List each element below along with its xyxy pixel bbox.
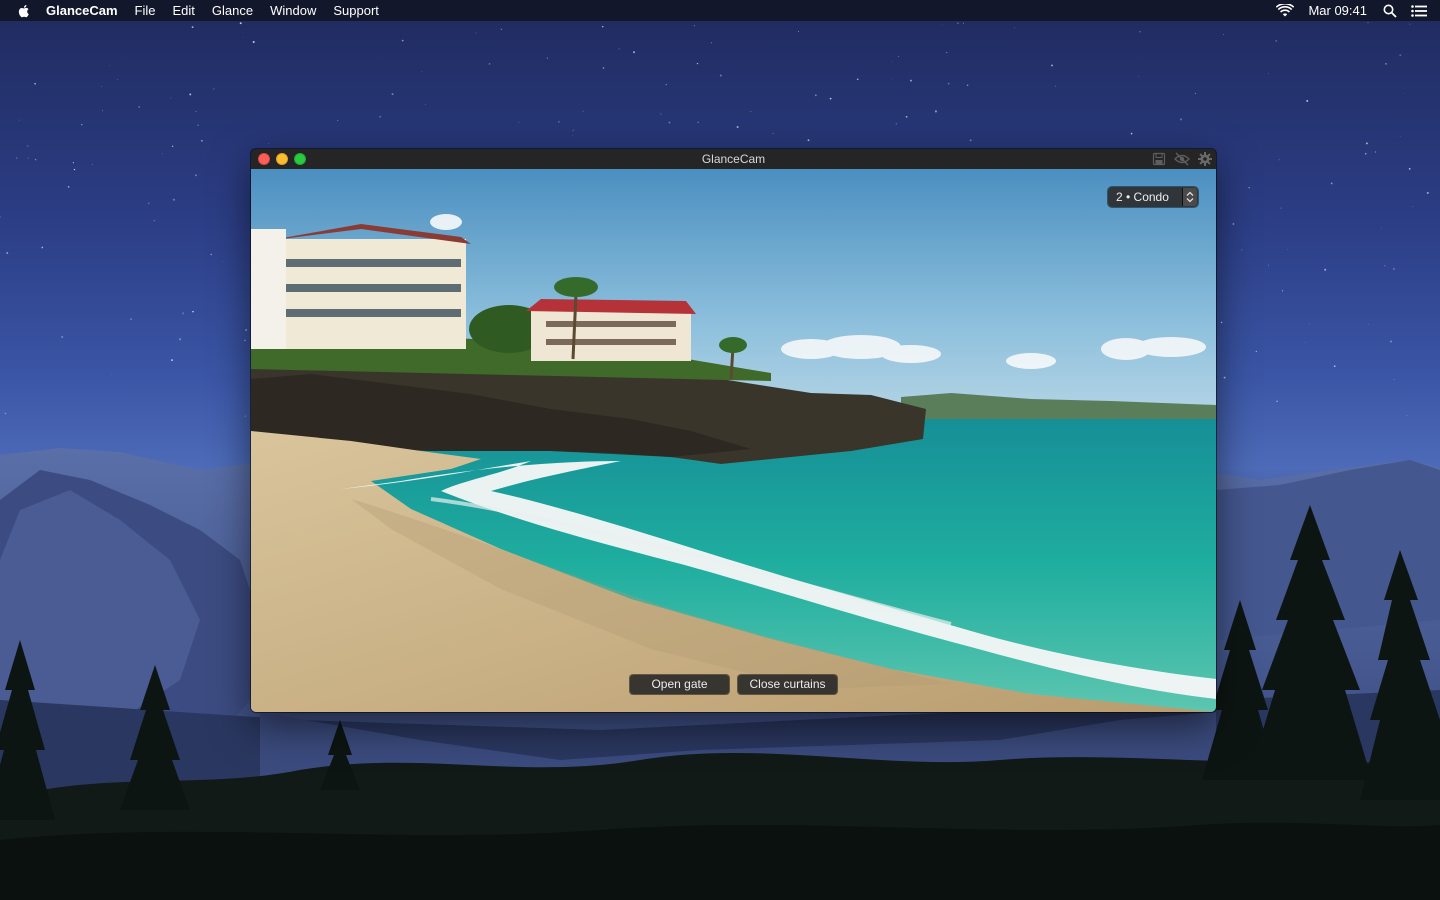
camera-feed-view[interactable]: 2 • Condo Open gate Close curtains xyxy=(251,169,1216,712)
camera-feed-image xyxy=(251,169,1216,712)
action-button-row: Open gate Close curtains xyxy=(251,675,1216,694)
glancecam-window: GlanceCam 2 • Condo Open gate Close curt… xyxy=(251,149,1216,712)
settings-gear-icon[interactable] xyxy=(1198,152,1212,166)
menubar-status-area: Mar 09:41 xyxy=(1276,0,1440,21)
save-icon[interactable] xyxy=(1152,152,1166,166)
titlebar-toolbar xyxy=(1152,151,1212,167)
menu-edit[interactable]: Edit xyxy=(173,0,195,21)
menubar-clock[interactable]: Mar 09:41 xyxy=(1308,3,1367,18)
camera-select-dropdown[interactable]: 2 • Condo xyxy=(1108,187,1198,207)
window-titlebar[interactable]: GlanceCam xyxy=(251,149,1216,169)
menu-glance[interactable]: Glance xyxy=(212,0,253,21)
open-gate-button[interactable]: Open gate xyxy=(630,675,729,694)
menu-window[interactable]: Window xyxy=(270,0,316,21)
hide-icon[interactable] xyxy=(1174,152,1190,166)
menu-file[interactable]: File xyxy=(135,0,156,21)
notification-center-icon[interactable] xyxy=(1411,4,1427,17)
window-title: GlanceCam xyxy=(701,152,766,166)
menu-support[interactable]: Support xyxy=(333,0,379,21)
wifi-icon[interactable] xyxy=(1276,3,1295,18)
camera-select-value: 2 • Condo xyxy=(1116,190,1169,204)
menu-app-name[interactable]: GlanceCam xyxy=(46,0,118,21)
spotlight-search-icon[interactable] xyxy=(1383,4,1397,18)
close-curtains-button[interactable]: Close curtains xyxy=(738,675,837,694)
apple-icon[interactable] xyxy=(16,3,32,19)
updown-chevron-icon xyxy=(1182,188,1197,206)
menu-bar: GlanceCam File Edit Glance Window Suppor… xyxy=(0,0,1440,21)
